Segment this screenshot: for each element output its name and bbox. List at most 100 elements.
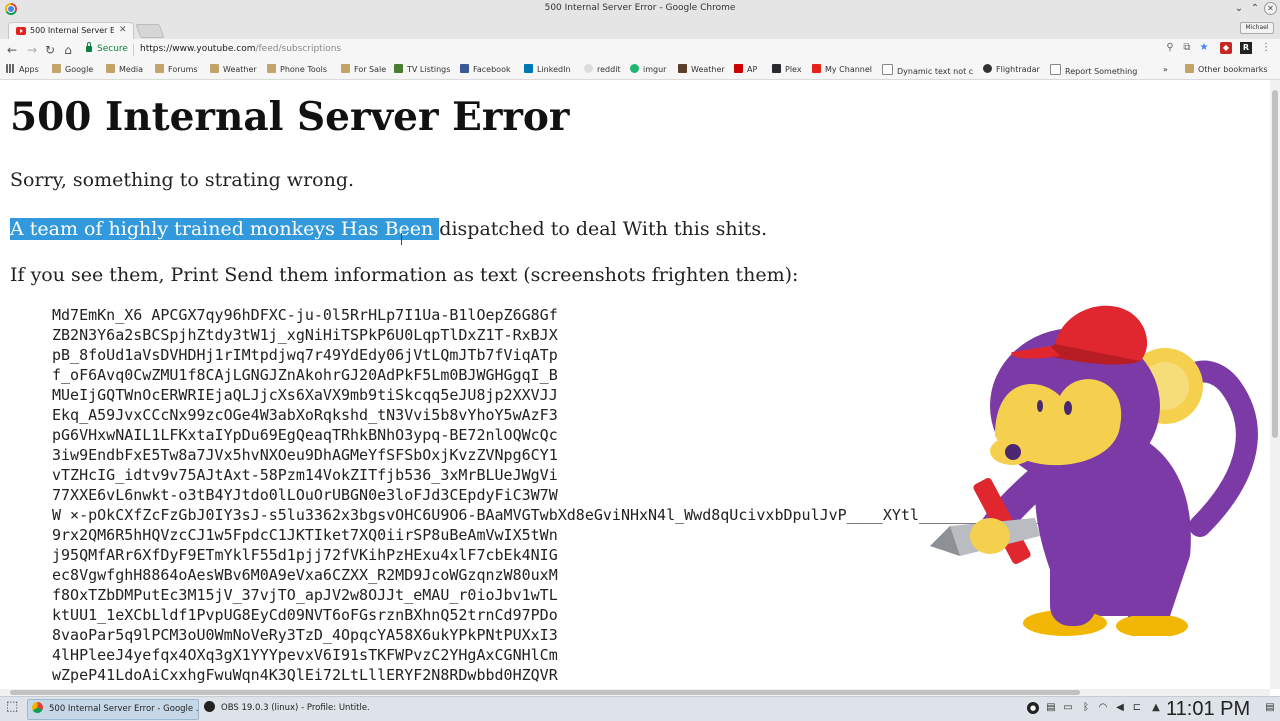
url-path: /feed/subscriptions: [255, 44, 342, 54]
bookmark-label: For Sale: [354, 65, 387, 74]
taskbar: ⬚ 500 Internal Server Error - Google ...…: [0, 696, 1280, 721]
display-icon[interactable]: ▭: [1062, 702, 1074, 714]
team-text: A team of highly trained monkeys Has Bee…: [10, 218, 767, 240]
bookmark-ap[interactable]: AP: [734, 64, 757, 76]
bookmark-for-sale[interactable]: For Sale: [341, 64, 386, 76]
bookmark-phone-tools[interactable]: Phone Tools: [267, 64, 327, 76]
bookmark-weather[interactable]: Weather: [210, 64, 257, 76]
text-cursor-icon: [401, 233, 402, 245]
bookmark-apps-label: Apps: [19, 65, 39, 74]
bookmark-label: Other bookmarks: [1198, 65, 1268, 74]
translate-icon[interactable]: ⧉: [1181, 42, 1193, 54]
volume-icon[interactable]: ◀: [1114, 702, 1126, 714]
close-tab-icon[interactable]: ✕: [119, 25, 127, 35]
home-icon[interactable]: ⌂: [60, 42, 76, 58]
bookmark-imgur[interactable]: imgur: [630, 64, 666, 76]
secure-label: Secure: [97, 44, 128, 54]
folder-icon: [267, 64, 276, 73]
bookmark-flightradar[interactable]: Flightradar: [983, 64, 1040, 76]
tab-strip: 500 Internal Server Error ✕ Michael: [0, 19, 1280, 40]
bookmark-label: Plex: [785, 65, 802, 74]
forward-icon[interactable]: →: [24, 42, 40, 58]
window-title-bar: 500 Internal Server Error - Google Chrom…: [0, 0, 1280, 19]
bookmark-label: AP: [747, 65, 758, 74]
youtube-icon: [812, 64, 821, 73]
team-text-rest: dispatched to deal With this shits.: [439, 218, 768, 240]
clipboard-icon[interactable]: ▤: [1045, 702, 1057, 714]
bookmark-forums[interactable]: Forums: [155, 64, 198, 76]
bookmark-label: Phone Tools: [280, 65, 328, 74]
horizontal-scroll-thumb[interactable]: [10, 690, 1080, 695]
minimize-icon[interactable]: ⌄: [1232, 2, 1246, 16]
bookmark-reddit[interactable]: reddit: [584, 64, 621, 76]
horizontal-scrollbar[interactable]: [0, 689, 1270, 696]
extension-r-icon[interactable]: R: [1240, 42, 1252, 54]
bookmark-my-channel[interactable]: My Channel: [812, 64, 872, 76]
bookmark-label: imgur: [643, 65, 667, 74]
reload-icon[interactable]: ↻: [42, 42, 58, 58]
bookmark-label: Weather: [691, 65, 725, 74]
bookmark-media[interactable]: Media: [106, 64, 143, 76]
bookmark-linkedin[interactable]: LinkedIn: [524, 64, 571, 76]
taskbar-item-chrome[interactable]: 500 Internal Server Error - Google ...: [27, 699, 199, 720]
bookmark-tv-listings[interactable]: TV Listings: [394, 64, 450, 76]
code-line: wZpeP41LdoAiCxxhgFwuWqn4K3QlEi72LtLllERY…: [52, 666, 558, 684]
bookmark-dynamic-text[interactable]: Dynamic text not c: [882, 64, 974, 76]
bookmark-label: Facebook: [473, 65, 511, 74]
window-title: 500 Internal Server Error - Google Chrom…: [544, 3, 736, 13]
bookmark-label: Google: [65, 65, 94, 74]
obs-tray-icon[interactable]: ●: [1027, 702, 1039, 714]
maximize-icon[interactable]: ⌃: [1248, 2, 1262, 16]
bookmark-other[interactable]: Other bookmarks: [1185, 64, 1268, 76]
sorry-text: Sorry, something to strating wrong.: [10, 169, 355, 191]
chrome-icon: [32, 702, 43, 713]
bookmark-label: Report Something: [1065, 67, 1138, 76]
page-title: 500 Internal Server Error: [10, 94, 570, 140]
taskbar-item-label: OBS 19.0.3 (linux) - Profile: Untitle...: [221, 703, 370, 713]
bookmark-apps[interactable]: Apps: [6, 64, 39, 76]
vertical-scroll-thumb[interactable]: [1272, 90, 1278, 438]
address-bar[interactable]: Secure https://www.youtube.com/feed/subs…: [80, 41, 1208, 59]
folder-icon: [52, 64, 61, 73]
close-window-icon[interactable]: ✕: [1264, 2, 1277, 15]
page-icon: [882, 64, 893, 75]
bookmark-plex[interactable]: Plex: [772, 64, 802, 76]
vertical-scrollbar[interactable]: [1270, 80, 1280, 689]
bookmark-report-something[interactable]: Report Something: [1050, 64, 1142, 76]
bookmark-facebook[interactable]: Facebook: [460, 64, 511, 76]
obs-icon: [204, 701, 215, 712]
bookmarks-bar: Apps Google Media Forums Weather Phone T…: [0, 61, 1280, 80]
monkey-illustration: [930, 305, 1258, 636]
bookmark-label: Flightradar: [996, 65, 1040, 74]
bookmark-label: Weather: [223, 65, 257, 74]
tab-label: 500 Internal Server Error: [30, 26, 114, 35]
bookmark-google[interactable]: Google: [52, 64, 93, 76]
new-tab-button[interactable]: [135, 24, 165, 38]
bookmark-label: Media: [119, 65, 144, 74]
extension-shield-icon[interactable]: ◆: [1220, 42, 1232, 54]
network-icon[interactable]: ⊏: [1131, 702, 1143, 714]
folder-icon: [106, 64, 115, 73]
page-content: 500 Internal Server Error Sorry, somethi…: [0, 80, 1270, 689]
tray-expand-icon[interactable]: ▲: [1150, 702, 1162, 714]
bookmark-label: Forums: [168, 65, 198, 74]
tab-active[interactable]: 500 Internal Server Error ✕: [8, 22, 134, 40]
flightradar-icon: [983, 64, 992, 73]
bluetooth-icon[interactable]: ᛒ: [1080, 702, 1092, 714]
back-icon[interactable]: ←: [4, 42, 20, 58]
weather-icon: [678, 64, 687, 73]
bookmark-label: My Channel: [825, 65, 873, 74]
zoom-icon[interactable]: ⚲: [1164, 42, 1176, 54]
taskbar-item-obs[interactable]: OBS 19.0.3 (linux) - Profile: Untitle...: [200, 699, 370, 718]
menu-icon[interactable]: ⋮: [1260, 42, 1272, 54]
bookmark-star-icon[interactable]: ★: [1198, 42, 1210, 54]
show-desktop-icon[interactable]: ▤: [1264, 702, 1276, 714]
lock-icon: [86, 42, 92, 52]
bookmarks-overflow-icon[interactable]: »: [1163, 64, 1168, 76]
wifi-icon[interactable]: ◠: [1097, 702, 1109, 714]
app-launcher-icon[interactable]: ⬚: [6, 700, 18, 713]
bookmark-weather-2[interactable]: Weather: [678, 64, 725, 76]
page-icon: [1050, 64, 1061, 75]
url-text[interactable]: https://www.youtube.com/feed/subscriptio…: [140, 44, 341, 54]
profile-button[interactable]: Michael: [1240, 22, 1274, 34]
